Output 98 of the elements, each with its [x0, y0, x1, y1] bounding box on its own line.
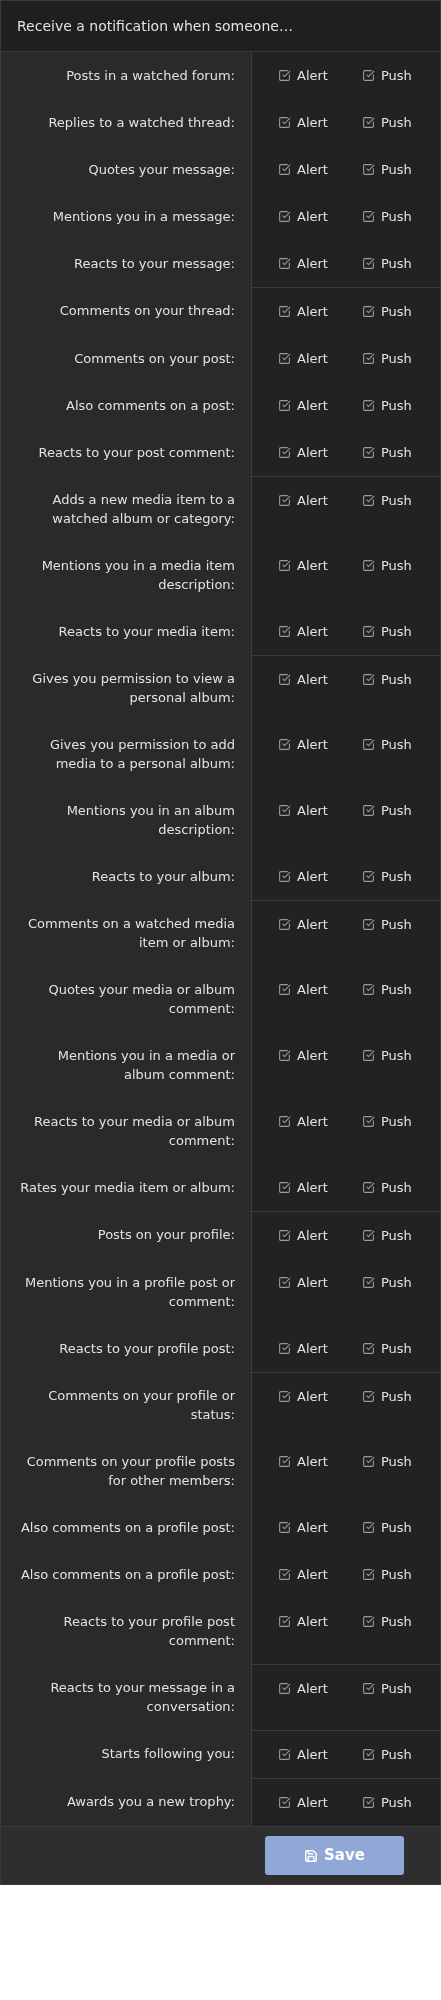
- checkbox-option[interactable]: Alert: [278, 1612, 336, 1650]
- setting-label: Gives you permission to view a personal album:: [32, 671, 235, 705]
- checkbox-option[interactable]: Push: [362, 302, 420, 321]
- checkbox-option[interactable]: Alert: [278, 915, 336, 952]
- checkbox-option[interactable]: Push: [362, 207, 420, 226]
- setting-label: Reacts to your post comment:: [38, 445, 235, 460]
- setting-label: Posts in a watched forum:: [66, 68, 235, 83]
- checkbox-option[interactable]: Push: [362, 443, 420, 462]
- checkbox-option[interactable]: Alert: [278, 1679, 336, 1716]
- setting-label: Reacts to your message:: [74, 256, 235, 271]
- checkbox-option[interactable]: Push: [362, 160, 420, 179]
- checkbox-option[interactable]: Push: [362, 622, 420, 641]
- checkbox-option[interactable]: Alert: [278, 113, 336, 132]
- checkbox-option[interactable]: Push: [362, 867, 420, 886]
- checkbox-option[interactable]: Alert: [278, 207, 336, 226]
- checkbox-option[interactable]: Push: [362, 66, 420, 85]
- setting-label: Gives you permission to add media to a personal album:: [49, 737, 235, 771]
- checkbox-option[interactable]: Alert: [278, 622, 336, 641]
- checkbox-option[interactable]: Alert: [278, 1226, 336, 1245]
- setting-label: Also comments on a profile post:: [20, 1520, 235, 1535]
- checkbox-option[interactable]: Push: [362, 396, 420, 415]
- checkbox-option[interactable]: Alert: [278, 735, 336, 773]
- setting-label: Awards you a new trophy:: [66, 1794, 235, 1809]
- checkbox-option[interactable]: Alert: [278, 1046, 336, 1084]
- checkbox-option[interactable]: Alert: [278, 867, 336, 886]
- setting-label: Mentions you in a media or album comment:: [57, 1048, 235, 1082]
- setting-label: Posts on your profile:: [97, 1227, 235, 1242]
- checkbox-option[interactable]: Push: [362, 1612, 420, 1650]
- checkbox-option[interactable]: Push: [362, 113, 420, 132]
- checkbox-option[interactable]: Alert: [278, 1112, 336, 1150]
- setting-label: Reacts to your profile post comment:: [63, 1614, 235, 1648]
- setting-label: Comments on your profile or status:: [48, 1388, 235, 1422]
- checkbox-option[interactable]: Alert: [278, 1178, 336, 1197]
- checkbox-option[interactable]: Push: [362, 1339, 420, 1358]
- checkbox-option[interactable]: Alert: [278, 980, 336, 1018]
- setting-label: Rates your media item or album:: [20, 1180, 235, 1195]
- checkbox-option[interactable]: Push: [362, 1273, 420, 1311]
- setting-label: Comments on a watched media item or album:: [28, 916, 235, 950]
- checkbox-option[interactable]: Alert: [278, 1387, 336, 1424]
- setting-label: Reacts to your media item:: [58, 624, 235, 639]
- setting-label: Mentions you in a profile post or comment:: [24, 1275, 235, 1309]
- setting-label: Reacts to your album:: [91, 869, 235, 884]
- checkbox-option[interactable]: Push: [362, 1226, 420, 1245]
- section-header: Receive a notification when someone…: [1, 1, 440, 52]
- checkbox-option[interactable]: Push: [362, 1745, 420, 1764]
- checkbox-option[interactable]: Push: [362, 349, 420, 368]
- setting-label: Comments on your post:: [74, 351, 235, 366]
- setting-label: Reacts to your message in a conversation:: [50, 1680, 235, 1714]
- checkbox-option[interactable]: Alert: [278, 1793, 336, 1812]
- checkbox-option[interactable]: Alert: [278, 1565, 336, 1584]
- checkbox-option[interactable]: Alert: [278, 1273, 336, 1311]
- setting-label: Also comments on a profile post:: [20, 1567, 235, 1582]
- checkbox-option[interactable]: Alert: [278, 1452, 336, 1490]
- checkbox-option[interactable]: Alert: [278, 443, 336, 462]
- setting-label: Adds a new media item to a watched album or category:: [52, 492, 235, 526]
- setting-label: Reacts to your profile post:: [59, 1341, 235, 1356]
- checkbox-option[interactable]: Push: [362, 915, 420, 952]
- checkbox-option[interactable]: Alert: [278, 1518, 336, 1537]
- setting-label: Mentions you in a media item description:: [41, 558, 235, 592]
- checkbox-option[interactable]: Alert: [278, 302, 336, 321]
- setting-label: Starts following you:: [101, 1746, 235, 1761]
- checkbox-option[interactable]: Alert: [278, 160, 336, 179]
- checkbox-option[interactable]: Push: [362, 1046, 420, 1084]
- checkbox-option[interactable]: Push: [362, 1565, 420, 1584]
- checkbox-option[interactable]: Push: [362, 1793, 420, 1812]
- checkbox-option[interactable]: Alert: [278, 801, 336, 839]
- setting-label: Mentions you in an album description:: [66, 803, 235, 837]
- setting-label: Reacts to your media or album comment:: [34, 1114, 235, 1148]
- checkbox-option[interactable]: Push: [362, 670, 420, 707]
- checkbox-option[interactable]: Push: [362, 1112, 420, 1150]
- checkbox-option[interactable]: Alert: [278, 349, 336, 368]
- checkbox-option[interactable]: Alert: [278, 254, 336, 273]
- checkbox-option[interactable]: Push: [362, 491, 420, 528]
- setting-label: Also comments on a post:: [66, 398, 235, 413]
- checkbox-option[interactable]: Push: [362, 556, 420, 594]
- setting-label: Comments on your profile posts for other members:: [26, 1454, 235, 1488]
- checkbox-option[interactable]: Push: [362, 254, 420, 273]
- checkbox-option[interactable]: Alert: [278, 1745, 336, 1764]
- checkbox-option[interactable]: Alert: [278, 670, 336, 707]
- checkbox-option[interactable]: Push: [362, 1518, 420, 1537]
- save-icon: [304, 1848, 319, 1863]
- checkbox-option[interactable]: Push: [362, 980, 420, 1018]
- setting-label: Quotes your message:: [88, 162, 235, 177]
- setting-label: Replies to a watched thread:: [48, 115, 235, 130]
- checkbox-option[interactable]: Push: [362, 1387, 420, 1424]
- checkbox-option[interactable]: Push: [362, 801, 420, 839]
- checkbox-option[interactable]: Alert: [278, 556, 336, 594]
- checkbox-option[interactable]: Alert: [278, 1339, 336, 1358]
- checkbox-option[interactable]: Push: [362, 735, 420, 773]
- checkbox-option[interactable]: Alert: [278, 66, 336, 85]
- checkbox-option[interactable]: Push: [362, 1679, 420, 1716]
- setting-label: Comments on your thread:: [59, 303, 235, 318]
- setting-label: Mentions you in a message:: [52, 209, 235, 224]
- checkbox-option[interactable]: Alert: [278, 491, 336, 528]
- checkbox-option[interactable]: Push: [362, 1452, 420, 1490]
- checkbox-option[interactable]: Push: [362, 1178, 420, 1197]
- checkbox-option[interactable]: Alert: [278, 396, 336, 415]
- setting-label: Quotes your media or album comment:: [48, 982, 235, 1016]
